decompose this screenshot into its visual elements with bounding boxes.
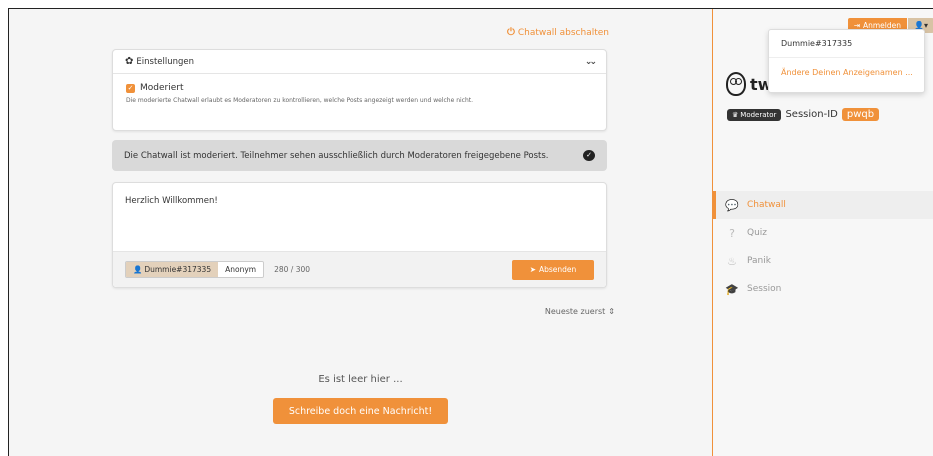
moderated-row: ✓ Moderiert <box>126 83 593 93</box>
flame-icon: ♨ <box>727 254 737 268</box>
session-code: pwqb <box>841 108 880 121</box>
main-panel: ⏻ Chatwall abschalten ✿ Einstellungen ⌄⌄… <box>9 9 712 456</box>
sidebar-item-chatwall[interactable]: 💬 Chatwall <box>713 191 933 219</box>
identity-toggle: 👤 Dummie#317335 Anonym <box>125 261 265 278</box>
moderated-description: Die moderierte Chatwall erlaubt es Moder… <box>126 97 474 104</box>
moderated-label: Moderiert <box>140 83 184 93</box>
empty-state-text: Es ist leer hier ... <box>318 374 403 385</box>
sidebar-item-session[interactable]: 🎓 Session <box>713 275 933 303</box>
sort-label: Neueste zuerst <box>544 307 606 316</box>
notice-text: Die Chatwall ist moderiert. Teilnehmer s… <box>124 150 549 161</box>
session-label: Session-ID <box>785 109 838 120</box>
settings-title: Einstellungen <box>136 56 195 67</box>
sidebar-item-panik[interactable]: ♨ Panik <box>713 247 933 275</box>
message-input[interactable]: Herzlich Willkommen! <box>113 183 606 253</box>
moderator-label: Moderator <box>740 110 777 119</box>
identity-option-user[interactable]: 👤 Dummie#317335 <box>126 262 219 277</box>
chevron-double-down-icon[interactable]: ⌄⌄ <box>585 57 597 67</box>
compose-footer: 👤 Dummie#317335 Anonym 280 / 300 ➤ Absen… <box>113 251 606 287</box>
chatwall-off-label: Chatwall abschalten <box>517 27 609 38</box>
sidebar-item-quiz[interactable]: ? Quiz <box>713 219 933 247</box>
paper-plane-icon: ➤ <box>529 265 536 274</box>
sort-toggle[interactable]: Neueste zuerst ⇕ <box>545 307 615 316</box>
sidebar-item-label: Panik <box>747 256 771 266</box>
send-button[interactable]: ➤ Absenden <box>512 259 594 280</box>
moderator-badge: ♛ Moderator <box>727 108 782 121</box>
sidebar-item-label: Session <box>747 284 782 294</box>
settings-header[interactable]: ✿ Einstellungen ⌄⌄ <box>113 50 606 74</box>
sidebar-nav: 💬 Chatwall ? Quiz ♨ Panik 🎓 Session <box>713 191 933 303</box>
write-message-button[interactable]: Schreibe doch eine Nachricht! <box>273 398 448 424</box>
moderation-notice: Die Chatwall ist moderiert. Teilnehmer s… <box>112 140 607 171</box>
send-label: Absenden <box>539 265 577 274</box>
chat-bubbles-icon: 💬 <box>725 198 739 212</box>
question-icon: ? <box>729 226 735 240</box>
moderated-checkbox[interactable]: ✓ <box>126 83 135 93</box>
comment-check-icon: ✓ <box>583 150 595 161</box>
gear-icon: ✿ <box>125 56 134 67</box>
sidebar-item-label: Chatwall <box>747 200 786 210</box>
rename-menu-item[interactable]: Ändere Deinen Anzeigenamen ... <box>769 58 924 86</box>
owl-logo-icon <box>726 72 746 96</box>
settings-card: ✿ Einstellungen ⌄⌄ ✓ Moderiert Die moder… <box>112 49 607 131</box>
user-icon: 👤 <box>133 265 143 274</box>
graduation-cap-icon: 🎓 <box>725 282 739 296</box>
crown-icon: ♛ <box>732 110 739 119</box>
identity-user-label: Dummie#317335 <box>144 265 212 274</box>
sidebar-item-label: Quiz <box>747 228 768 238</box>
dropdown-username: Dummie#317335 <box>769 30 924 58</box>
identity-option-anonym[interactable]: Anonym <box>218 262 264 277</box>
session-info: ♛ Moderator Session-ID pwqb <box>727 108 880 121</box>
power-icon: ⏻ <box>506 27 515 38</box>
sort-icon: ⇕ <box>608 307 615 316</box>
chatwall-off-link[interactable]: ⏻ Chatwall abschalten <box>507 27 609 38</box>
user-dropdown-menu: Dummie#317335 Ändere Deinen Anzeigenamen… <box>768 29 925 93</box>
compose-card: Herzlich Willkommen! 👤 Dummie#317335 Ano… <box>112 182 607 288</box>
char-counter: 280 / 300 <box>274 265 311 274</box>
